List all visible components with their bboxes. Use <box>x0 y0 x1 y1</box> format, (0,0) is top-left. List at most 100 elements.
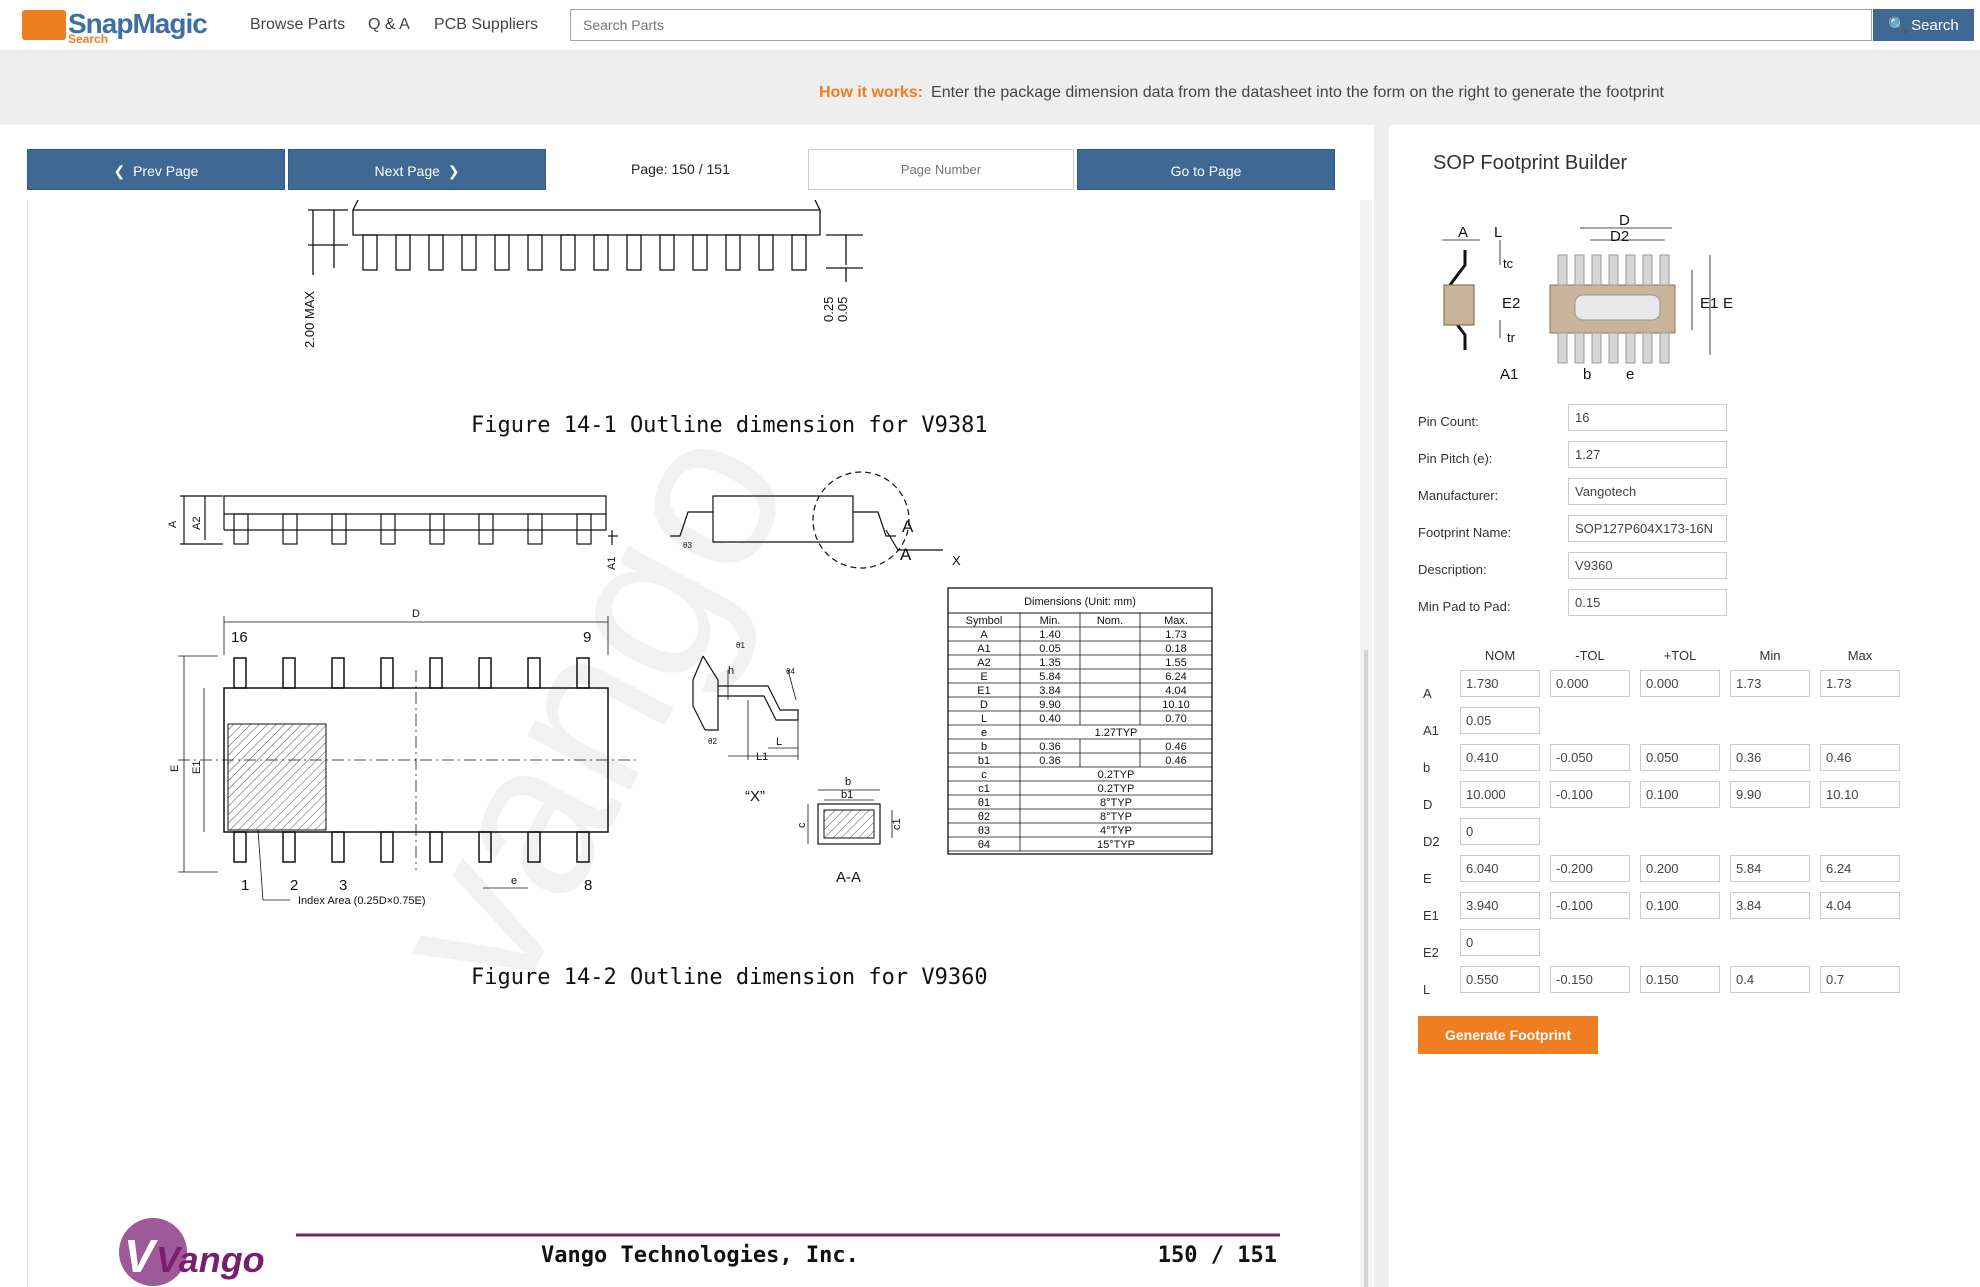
dim-input-min[interactable] <box>1730 670 1810 697</box>
dim-input-nom[interactable] <box>1460 781 1540 808</box>
dim-input-nom[interactable] <box>1460 818 1540 845</box>
col-header-minus-tol: -TOL <box>1575 648 1605 663</box>
pin-label-8: 8 <box>584 877 592 894</box>
search-button[interactable]: 🔍 Search <box>1873 9 1974 41</box>
pin-count-input[interactable] <box>1568 404 1727 431</box>
dim-input-nom[interactable] <box>1460 855 1540 882</box>
dim-input-tol[interactable] <box>1550 744 1630 771</box>
dim-input-nom[interactable] <box>1460 966 1540 993</box>
nav-pcb-suppliers[interactable]: PCB Suppliers <box>434 16 538 34</box>
section-c-label: c <box>796 822 808 828</box>
detail-label-a2: A <box>900 545 912 564</box>
diagram-pin-top <box>1642 254 1653 286</box>
pin-count-label: Pin Count: <box>1418 414 1479 429</box>
document-scrollbar-thumb[interactable] <box>1364 650 1368 1287</box>
footprint-name-input[interactable] <box>1568 515 1727 542</box>
dim-input-nom[interactable] <box>1460 892 1540 919</box>
dim-input-tol[interactable] <box>1640 670 1720 697</box>
go-to-page-button[interactable]: Go to Page <box>1077 149 1335 190</box>
dim-input-tol[interactable] <box>1640 781 1720 808</box>
dim-table-cell: 0.36 <box>1039 741 1060 753</box>
diag-label-A: A <box>1458 224 1468 241</box>
dim-input-nom[interactable] <box>1460 707 1540 734</box>
pin-pitch-input[interactable] <box>1568 441 1727 468</box>
vango-logo: V Vango <box>119 1218 265 1286</box>
fig1-pin <box>461 234 477 271</box>
search-icon: 🔍 <box>1888 17 1907 34</box>
L-label: L <box>776 736 782 748</box>
nav-qa[interactable]: Q & A <box>368 16 410 34</box>
side-view-pin <box>282 513 298 545</box>
col-header-max: Max <box>1847 648 1873 663</box>
dim-row-label: L <box>1423 982 1431 997</box>
section-b-label: b <box>845 776 851 788</box>
dim-input-min[interactable] <box>1730 781 1810 808</box>
dim-input-max[interactable] <box>1820 744 1900 771</box>
diagram-pin-top <box>1659 254 1670 286</box>
manufacturer-input[interactable] <box>1568 478 1727 505</box>
diagram-pin-top <box>1591 254 1602 286</box>
diag-label-L: L <box>1494 224 1502 241</box>
dim-input-tol[interactable] <box>1640 966 1720 993</box>
fig1-dim-b: 0.05 <box>835 297 850 322</box>
dim-input-tol[interactable] <box>1550 670 1630 697</box>
dim-input-max[interactable] <box>1820 892 1900 919</box>
fig1-pin <box>494 234 510 271</box>
diag-label-b: b <box>1583 366 1591 383</box>
dim-input-tol[interactable] <box>1550 855 1630 882</box>
datasheet-page: vango 2.00 MAX 0.25 0.05 Figure 14-1 Out… <box>119 200 1280 1286</box>
dim-table-cell: A1 <box>977 643 990 655</box>
dim-input-nom[interactable] <box>1460 929 1540 956</box>
theta2-label: θ2 <box>708 737 717 746</box>
dim-input-tol[interactable] <box>1640 892 1720 919</box>
detail-label-a1: A <box>902 517 914 536</box>
theta4-label: θ4 <box>786 667 795 676</box>
diag-label-A1: A1 <box>1500 366 1518 383</box>
dim-input-max[interactable] <box>1820 966 1900 993</box>
dim-input-max[interactable] <box>1820 781 1900 808</box>
dim-input-min[interactable] <box>1730 892 1810 919</box>
search-input[interactable] <box>570 9 1872 41</box>
dim-table-cell: A <box>980 629 988 641</box>
diagram-pin-bottom <box>1642 332 1653 364</box>
dim-input-tol[interactable] <box>1550 966 1630 993</box>
dim-table-cell: 0.2TYP <box>1098 769 1135 781</box>
nav-browse-parts[interactable]: Browse Parts <box>250 16 345 34</box>
next-page-button[interactable]: Next Page ❯ <box>288 149 546 190</box>
prev-page-label: Prev Page <box>133 163 199 179</box>
diag-label-tr: tr <box>1507 330 1516 345</box>
diagram-pin-bottom <box>1574 332 1585 364</box>
h-label: h <box>728 665 734 677</box>
page-number-input[interactable] <box>808 149 1074 190</box>
dim-input-min[interactable] <box>1730 966 1810 993</box>
dim-input-nom[interactable] <box>1460 670 1540 697</box>
dim-row-label: b <box>1423 760 1431 775</box>
snapmagic-logo[interactable]: SnapMagic Search <box>22 8 212 46</box>
diag-label-D2: D2 <box>1610 228 1629 245</box>
prev-page-button[interactable]: ❮ Prev Page <box>27 149 285 190</box>
dim-input-min[interactable] <box>1730 855 1810 882</box>
dim-input-max[interactable] <box>1820 670 1900 697</box>
document-view[interactable]: vango 2.00 MAX 0.25 0.05 Figure 14-1 Out… <box>27 200 1361 1287</box>
dim-input-min[interactable] <box>1730 744 1810 771</box>
dim-input-max[interactable] <box>1820 855 1900 882</box>
min-pad-input[interactable] <box>1568 589 1727 616</box>
generate-footprint-button[interactable]: Generate Footprint <box>1418 1016 1598 1054</box>
dim-input-tol[interactable] <box>1550 892 1630 919</box>
dim-input-nom[interactable] <box>1460 744 1540 771</box>
dim-input-tol[interactable] <box>1640 744 1720 771</box>
dim-input-tol[interactable] <box>1550 781 1630 808</box>
fig1-dim-a: 0.25 <box>821 297 836 322</box>
dim-table-cell: 5.84 <box>1039 671 1060 683</box>
dim-table-cell: 3.84 <box>1039 685 1060 697</box>
dim-input-tol[interactable] <box>1640 855 1720 882</box>
side-dim-A1: A1 <box>606 557 618 570</box>
diagram-pin-top <box>1625 254 1636 286</box>
dim-row-label: D2 <box>1423 834 1440 849</box>
dim-table-cell: 4°TYP <box>1100 825 1132 837</box>
panel-gutter <box>1374 125 1389 1287</box>
diag-label-E: E <box>1723 295 1733 312</box>
dim-table-cell: 1.40 <box>1039 629 1060 641</box>
description-input[interactable] <box>1568 552 1727 579</box>
diag-label-D: D <box>1619 212 1630 229</box>
